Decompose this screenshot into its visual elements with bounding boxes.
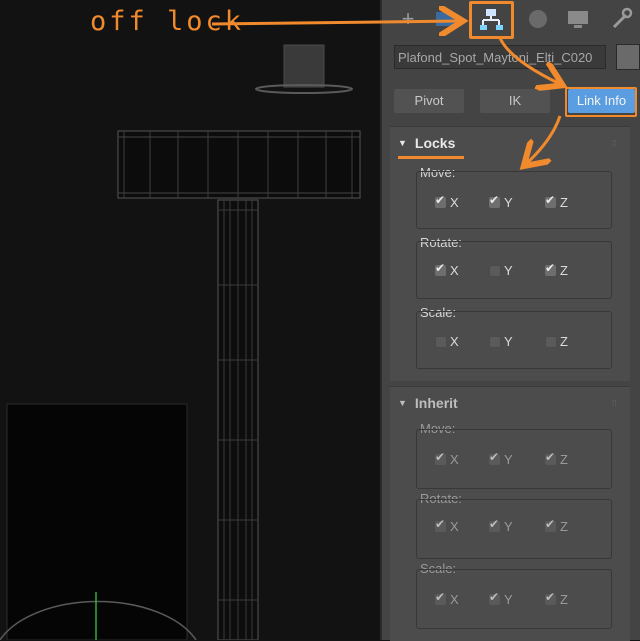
checkmark-icon: ✔ [435, 517, 446, 531]
inherit-move-z-label: Z [560, 452, 568, 467]
display-tab[interactable] [561, 4, 595, 34]
checkmark-icon: ✔ [435, 193, 446, 207]
inherit-rotate-z-label: Z [560, 519, 568, 534]
inherit-move-y-label: Y [504, 452, 513, 467]
wireframe-viewport-graphics [0, 44, 361, 640]
locks-rotate-x-label: X [450, 263, 459, 278]
inherit-move-z-checkbox[interactable]: ✔ [545, 450, 556, 465]
locks-move-y-checkbox[interactable]: ✔ [489, 193, 500, 208]
checkmark-icon: ✔ [489, 193, 500, 207]
locks-rotate-z-checkbox[interactable]: ✔ [545, 261, 556, 276]
plus-icon: + [401, 6, 415, 31]
locks-rotate-y-label: Y [504, 263, 513, 278]
locks-move-x-label: X [450, 195, 459, 210]
inherit-move-y-checkbox[interactable]: ✔ [489, 450, 500, 465]
checkmark-icon: ✔ [545, 193, 556, 207]
sphere-icon [529, 10, 547, 28]
inherit-scale-z-checkbox[interactable]: ✔ [545, 590, 556, 605]
locks-move-z-label: Z [560, 195, 568, 210]
checkmark-icon: ✔ [545, 261, 556, 275]
object-color-swatch[interactable] [616, 44, 640, 70]
inherit-rotate-y-label: Y [504, 519, 513, 534]
checkmark-icon: ✔ [435, 261, 446, 275]
inherit-scale-x-label: X [450, 592, 459, 607]
annotation-text: off lock [90, 6, 245, 37]
collapse-triangle-icon: ▼ [398, 138, 407, 148]
locks-move-z-checkbox[interactable]: ✔ [545, 193, 556, 208]
locks-underline [398, 156, 464, 159]
locks-rotate-x-checkbox[interactable]: ✔ [435, 261, 446, 276]
checkmark-icon: ✔ [435, 450, 446, 464]
locks-rollout: ▼ Locks ⁞⁞ Move: Rotate: Scale: ✔ X ✔ Y ✔ Z ✔ X Y… [390, 126, 630, 381]
ik-button[interactable]: IK [480, 89, 550, 113]
inherit-rotate-x-label: X [450, 519, 459, 534]
inherit-scale-y-checkbox[interactable]: ✔ [489, 590, 500, 605]
modifier-icon [436, 12, 454, 26]
rollout-grip-icon[interactable]: ⁞⁞ [612, 399, 620, 408]
locks-rollout-header[interactable]: ▼ Locks [398, 135, 455, 151]
inherit-rollout-header[interactable]: ▼ Inherit [398, 395, 458, 411]
locks-rotate-z-label: Z [560, 263, 568, 278]
locks-scale-z-checkbox[interactable] [545, 336, 557, 348]
inherit-scale-z-label: Z [560, 592, 568, 607]
motion-tab[interactable] [521, 4, 555, 34]
locks-title: Locks [414, 135, 456, 151]
locks-scale-z-label: Z [560, 334, 568, 349]
wrench-icon [612, 7, 633, 29]
inherit-rollout: ▼ Inherit ⁞⁞ Move: Rotate: Scale: ✔ X ✔ Y ✔ Z ✔… [390, 386, 630, 641]
inherit-title: Inherit [414, 395, 458, 411]
locks-scale-x-checkbox[interactable] [435, 336, 447, 348]
collapse-triangle-icon: ▼ [398, 398, 407, 408]
utilities-tab[interactable] [604, 4, 638, 34]
inherit-scale-y-label: Y [504, 592, 513, 607]
checkmark-icon: ✔ [489, 517, 500, 531]
inherit-move-x-checkbox[interactable]: ✔ [435, 450, 446, 465]
checkmark-icon: ✔ [545, 450, 556, 464]
checkmark-icon: ✔ [435, 590, 446, 604]
monitor-icon [568, 11, 588, 28]
inherit-rotate-x-checkbox[interactable]: ✔ [435, 517, 446, 532]
checkmark-icon: ✔ [545, 590, 556, 604]
inherit-rotate-z-checkbox[interactable]: ✔ [545, 517, 556, 532]
viewport[interactable]: off lock [0, 0, 380, 640]
checkmark-icon: ✔ [545, 517, 556, 531]
inherit-scale-x-checkbox[interactable]: ✔ [435, 590, 446, 605]
modify-tab[interactable] [428, 4, 462, 34]
rollout-grip-icon[interactable]: ⁞⁞ [612, 139, 620, 148]
locks-move-y-label: Y [504, 195, 513, 210]
inherit-move-x-label: X [450, 452, 459, 467]
locks-scale-y-label: Y [504, 334, 513, 349]
locks-move-x-checkbox[interactable]: ✔ [435, 193, 446, 208]
checkmark-icon: ✔ [489, 450, 500, 464]
object-name-field[interactable]: Plafond_Spot_Maytoni_Elti_C020 [394, 45, 606, 69]
create-tab[interactable]: + [391, 4, 425, 34]
checkmark-icon: ✔ [489, 590, 500, 604]
locks-scale-y-checkbox[interactable] [489, 336, 501, 348]
locks-scale-x-label: X [450, 334, 459, 349]
locks-rotate-y-checkbox[interactable] [489, 265, 501, 277]
pivot-button[interactable]: Pivot [394, 89, 464, 113]
inherit-rotate-y-checkbox[interactable]: ✔ [489, 517, 500, 532]
hierarchy-tab-highlight [469, 1, 514, 39]
link-info-highlight [565, 87, 637, 117]
